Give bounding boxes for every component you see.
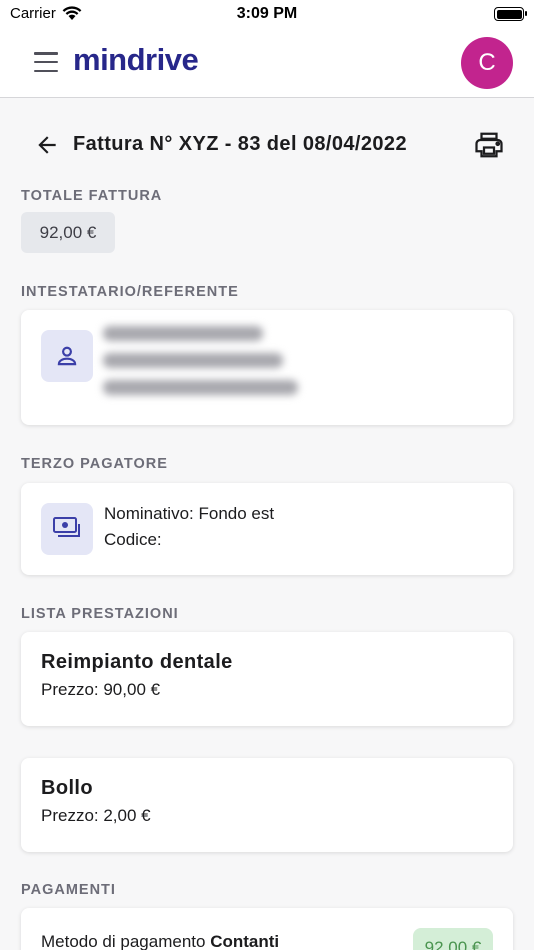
brand-logo[interactable]: mindrive xyxy=(73,42,199,78)
status-time: 3:09 PM xyxy=(236,5,298,22)
page-title: Fattura N° XYZ - 83 del 08/04/2022 xyxy=(73,133,407,155)
codice-text: Codice: xyxy=(104,530,162,549)
title-row: Fattura N° XYZ - 83 del 08/04/2022 xyxy=(34,128,504,162)
terzo-pagatore-label: TERZO PAGATORE xyxy=(21,456,168,472)
prestazione-name: Bollo xyxy=(41,777,93,799)
payment-method-value: Contanti xyxy=(210,932,280,950)
pagamenti-label: PAGAMENTI xyxy=(21,882,116,898)
prestazione-card[interactable]: Reimpianto dentale Prezzo: 90,00 € xyxy=(21,632,513,726)
pagamento-card[interactable]: Metodo di pagamento Contanti 92,00 € xyxy=(21,908,513,950)
terzo-pagatore-card: Nominativo: Fondo est Codice: xyxy=(21,483,513,575)
redacted-text xyxy=(103,326,298,407)
payment-amount-badge: 92,00 € xyxy=(413,928,493,950)
total-amount-chip: 92,00 € xyxy=(21,212,115,253)
prestazione-name: Reimpianto dentale xyxy=(41,651,233,673)
prestazione-price: Prezzo: 90,00 € xyxy=(41,680,161,699)
payment-cards-icon xyxy=(41,503,93,555)
intestatario-card xyxy=(21,310,513,425)
prestazione-card[interactable]: Bollo Prezzo: 2,00 € xyxy=(21,758,513,852)
nominativo-text: Nominativo: Fondo est xyxy=(104,504,275,523)
app-bar: mindrive C xyxy=(0,30,534,98)
intestatario-label: INTESTATARIO/REFERENTE xyxy=(21,284,239,300)
payment-method-text: Metodo di pagamento Contanti xyxy=(41,929,279,950)
prestazione-price: Prezzo: 2,00 € xyxy=(41,806,151,825)
battery-icon xyxy=(494,7,527,21)
hamburger-menu-icon[interactable] xyxy=(34,52,58,72)
print-icon[interactable] xyxy=(474,130,504,160)
payment-method-prefix: Metodo di pagamento xyxy=(41,932,206,950)
user-avatar[interactable]: C xyxy=(461,37,513,89)
status-bar: Carrier 3:09 PM xyxy=(0,0,534,30)
invoice-detail: Fattura N° XYZ - 83 del 08/04/2022 TOTAL… xyxy=(0,98,534,950)
prestazioni-label: LISTA PRESTAZIONI xyxy=(21,606,179,622)
person-icon xyxy=(41,330,93,382)
totale-label: TOTALE FATTURA xyxy=(21,188,163,204)
back-arrow-icon[interactable] xyxy=(34,132,60,158)
